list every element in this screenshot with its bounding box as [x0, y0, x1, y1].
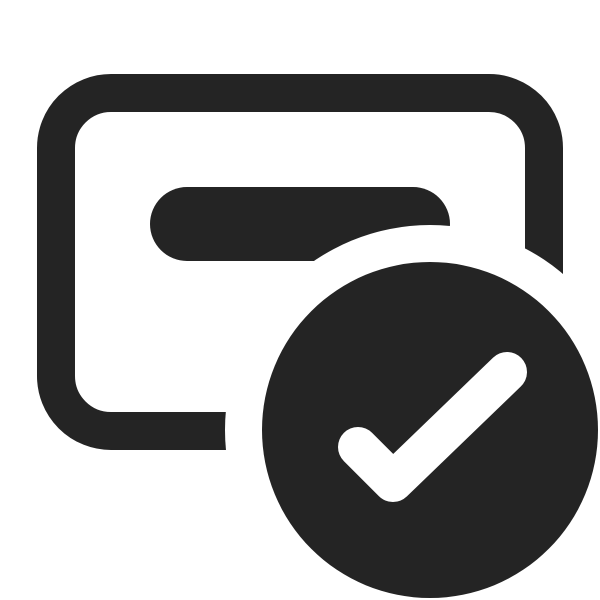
- icon-canvas: [0, 0, 600, 600]
- text-box-checkmark-icon: [37, 74, 598, 598]
- text-line-bar: [150, 187, 450, 261]
